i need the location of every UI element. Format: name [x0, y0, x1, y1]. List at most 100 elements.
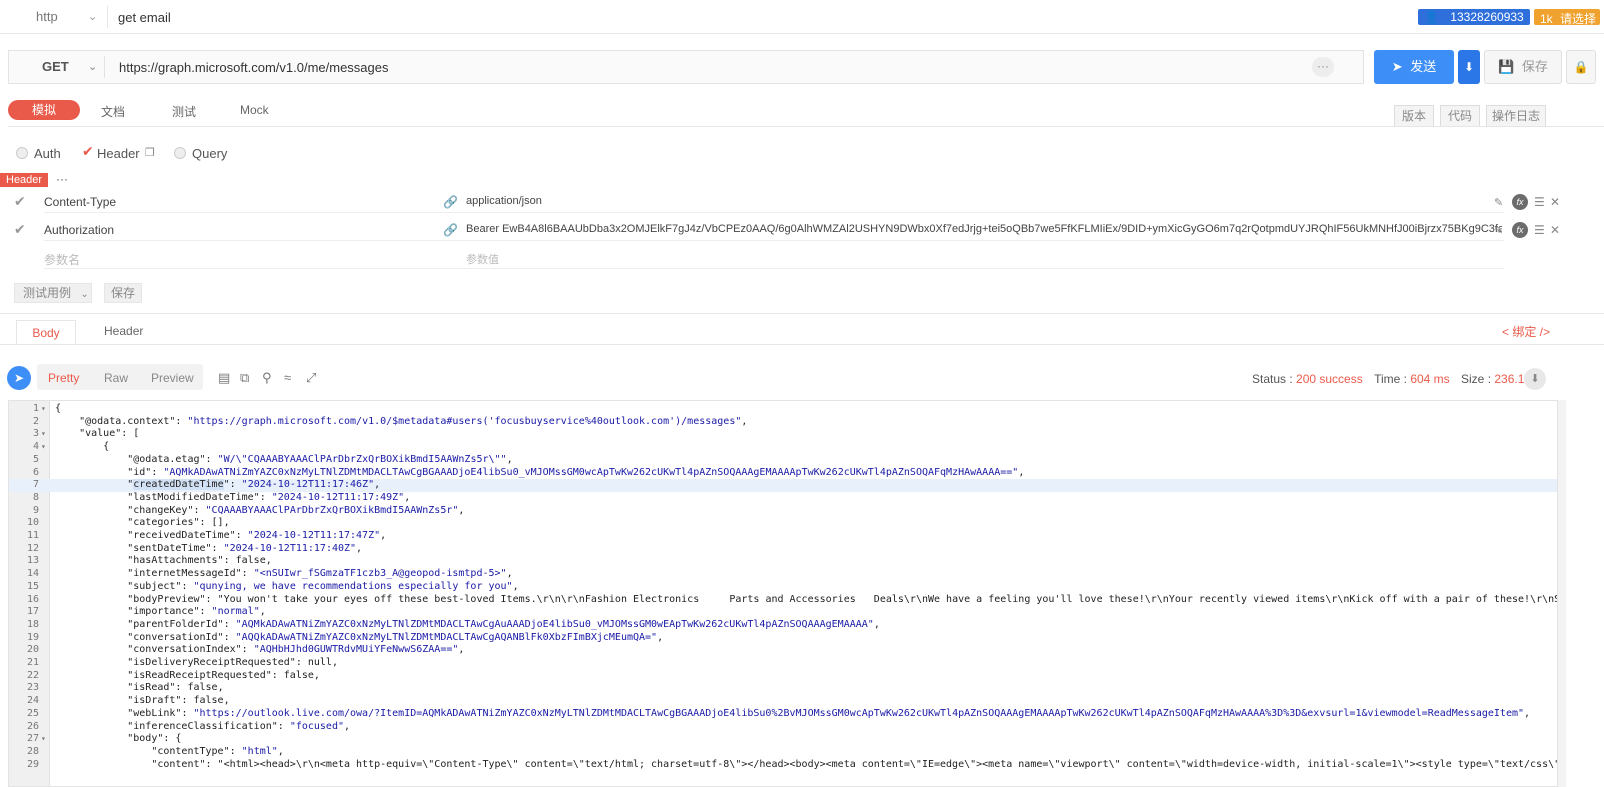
code-line[interactable]: 7 "createdDateTime": "2024-10-12T11:17:4… [9, 479, 1557, 492]
view-pretty[interactable]: Pretty [48, 371, 79, 385]
view-preview[interactable]: Preview [151, 371, 194, 385]
fx-icon[interactable]: fx [1512, 222, 1528, 238]
code-line[interactable]: 22 "isReadReceiptRequested": false, [9, 670, 1557, 683]
code-line[interactable]: 25 "webLink": "https://outlook.live.com/… [9, 707, 1557, 721]
link-icon[interactable]: 🔗 [443, 195, 458, 209]
code-line[interactable]: 10 "categories": [], [9, 517, 1557, 530]
code-line[interactable]: 4 ▾ { [9, 441, 1557, 454]
fold-toggle-icon[interactable]: ▾ [41, 441, 46, 454]
drag-handle-icon[interactable]: ☰ [1534, 223, 1545, 237]
test-case-save-button[interactable]: 保存 [104, 283, 142, 303]
tab-docs[interactable]: 文档 [101, 103, 125, 120]
param-name-input[interactable]: 参数名 [44, 251, 80, 268]
code-line[interactable]: 17 "importance": "normal", [9, 606, 1557, 619]
code-line[interactable]: 29 "content": "<html><head>\r\n<meta htt… [9, 759, 1557, 772]
code-line[interactable]: 11 "receivedDateTime": "2024-10-12T11:17… [9, 530, 1557, 543]
query-radio[interactable] [174, 147, 186, 159]
tab-operation-log[interactable]: 操作日志 [1486, 105, 1546, 127]
code-line[interactable]: 9 "changeKey": "CQAAABYAAAClPArDbrZxQrBO… [9, 504, 1557, 518]
code-line[interactable]: 20 "conversationIndex": "AQHbHJhd0GUWTRd… [9, 644, 1557, 657]
close-icon[interactable]: ✕ [1550, 195, 1560, 209]
code-line[interactable]: 15 "subject": "qunying, we have recommen… [9, 581, 1557, 594]
fx-icon[interactable]: fx [1512, 194, 1528, 210]
header-name-cell[interactable]: Authorization [44, 223, 114, 237]
line-number: 25 [26, 707, 39, 719]
fold-toggle-icon[interactable]: ▾ [41, 428, 46, 441]
code-line[interactable]: 16 "bodyPreview": "You won't take your e… [9, 594, 1557, 607]
tab-mock[interactable]: Mock [240, 103, 269, 117]
tab-response-header[interactable]: Header [104, 324, 143, 338]
response-code-editor[interactable]: 1 ▾{2 "@odata.context": "https://graph.mi… [8, 400, 1558, 787]
code-line[interactable]: 19 "conversationId": "AQQkADAwATNiZmYAZC… [9, 632, 1557, 645]
env-prefix: 1k [1540, 12, 1553, 26]
tab-response-body[interactable]: Body [16, 320, 76, 344]
code-line[interactable]: 28 "contentType": "html", [9, 746, 1557, 759]
code-text: "changeKey": "CQAAABYAAAClPArDbrZxQrBOXi… [127, 504, 465, 516]
environment-select[interactable]: 1k 请选择 [1534, 9, 1600, 26]
save-button[interactable]: 💾 保存 [1484, 50, 1562, 84]
edit-icon[interactable]: ✎ [1494, 196, 1503, 209]
code-line[interactable]: 1 ▾ { [9, 403, 1557, 416]
url-input[interactable]: https://graph.microsoft.com/v1.0/me/mess… [119, 60, 389, 75]
more-options-button[interactable]: ··· [1312, 57, 1334, 77]
param-value-input[interactable]: 参数值 [466, 251, 1502, 267]
lock-button[interactable]: 🔒 [1566, 50, 1596, 84]
api-name[interactable]: get email [118, 10, 171, 25]
protocol-select[interactable]: http ⌄ [8, 6, 108, 28]
more-icon[interactable]: ··· [56, 172, 68, 186]
tab-code[interactable]: 代码 [1440, 105, 1480, 127]
code-text: "isRead": false, [127, 682, 224, 694]
format-icon[interactable]: ▤ [218, 370, 230, 386]
send-button[interactable]: ➤ 发送 [1374, 50, 1454, 84]
header-label[interactable]: Header [97, 146, 140, 161]
code-line[interactable]: 3 ▾ "value": [ [9, 428, 1557, 441]
line-number: 3 [32, 428, 39, 440]
fold-toggle-icon[interactable]: ▾ [41, 403, 46, 416]
code-line[interactable]: 23 "isRead": false, [9, 682, 1557, 695]
code-line[interactable]: 6 "id": "AQMkADAwATNiZmYAZC0xNzMyLTNlZDM… [9, 467, 1557, 480]
send-icon[interactable]: ➤ [7, 366, 31, 390]
code-line[interactable]: 26 "inferenceClassification": "focused", [9, 721, 1557, 734]
method-select[interactable]: GET ⌄ [8, 50, 104, 84]
auth-radio[interactable] [16, 147, 28, 159]
code-line[interactable]: 2 "@odata.context": "https://graph.micro… [9, 415, 1557, 429]
auth-label[interactable]: Auth [34, 146, 61, 161]
close-icon[interactable]: ✕ [1550, 223, 1560, 237]
line-number: 23 [26, 682, 39, 694]
code-line[interactable]: 27 ▾ "body": { [9, 733, 1557, 746]
checkmark-icon[interactable]: ✔ [14, 221, 26, 238]
copy-icon[interactable]: ⧉ [240, 370, 249, 386]
code-line[interactable]: 14 "internetMessageId": "<nSUIwr_fSGmzaT… [9, 568, 1557, 581]
drag-handle-icon[interactable]: ☰ [1534, 195, 1545, 209]
link-icon[interactable]: ⤢ [306, 370, 316, 386]
send-options-button[interactable]: ⬇ [1458, 50, 1480, 84]
checkmark-icon[interactable]: ✔ [14, 193, 26, 210]
search-icon[interactable]: ⚲ [262, 370, 272, 386]
code-line[interactable]: 8 "lastModifiedDateTime": "2024-10-12T11… [9, 492, 1557, 505]
code-line[interactable]: 21 "isDeliveryReceiptRequested": null, [9, 657, 1557, 670]
tab-version[interactable]: 版本 [1394, 105, 1434, 127]
header-value-cell[interactable]: application/json [466, 195, 1502, 207]
code-line[interactable]: 12 "sentDateTime": "2024-10-12T11:17:40Z… [9, 543, 1557, 556]
tab-test[interactable]: 测试 [172, 103, 196, 120]
header-name-cell[interactable]: Content-Type [44, 195, 116, 209]
query-label[interactable]: Query [192, 146, 227, 161]
fold-toggle-icon[interactable]: ▾ [41, 733, 46, 746]
test-case-select[interactable]: 测试用例 ⌄ [14, 283, 92, 303]
header-value-cell[interactable]: Bearer EwB4A8l6BAAUbDba3x2OMJElkF7gJ4z/V… [466, 223, 1502, 235]
scrollbar[interactable] [1558, 400, 1566, 787]
user-badge[interactable]: 👤 13328260933 [1418, 9, 1530, 25]
wrap-icon[interactable]: ≈ [284, 370, 291, 385]
tab-mock-request[interactable]: 模拟 [8, 100, 80, 120]
bind-link[interactable]: < 绑定 /> [1502, 323, 1550, 340]
code-line[interactable]: 13 "hasAttachments": false, [9, 555, 1557, 568]
code-line[interactable]: 24 "isDraft": false, [9, 695, 1557, 708]
download-icon[interactable]: ⬇ [1524, 368, 1546, 390]
edit-icon[interactable]: ✎ [1494, 224, 1503, 237]
code-line[interactable]: 5 "@odata.etag": "W/\"CQAAABYAAAClPArDbr… [9, 454, 1557, 467]
code-text: "@odata.context": "https://graph.microso… [79, 415, 748, 427]
code-line[interactable]: 18 "parentFolderId": "AQMkADAwATNiZmYAZC… [9, 619, 1557, 632]
check-icon[interactable]: ✔ [82, 143, 94, 160]
view-raw[interactable]: Raw [104, 371, 128, 385]
link-icon[interactable]: 🔗 [443, 223, 458, 237]
